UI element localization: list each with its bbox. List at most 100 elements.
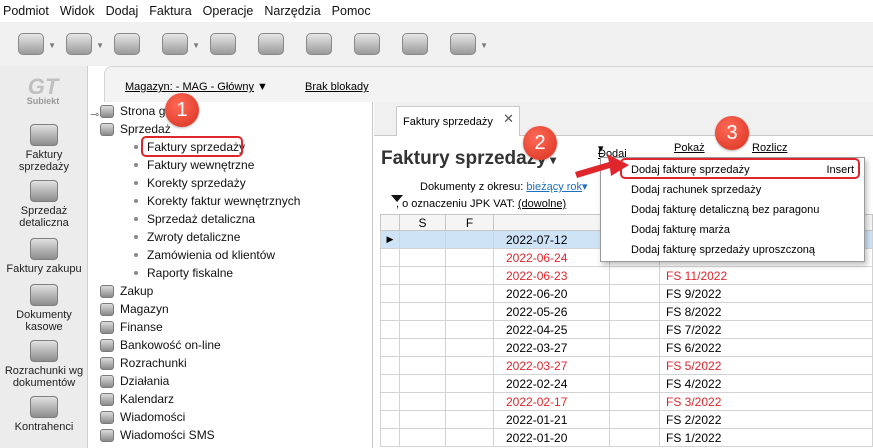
table-row[interactable]: 2022-03-27 FS 6/2022	[380, 338, 873, 357]
tree-item-label: Zamówienia od klientów	[147, 248, 276, 262]
menu-operacje[interactable]: Operacje	[203, 4, 254, 18]
table-row[interactable]: 2022-02-17 FS 3/2022	[380, 392, 873, 411]
cell-date: 2022-07-12	[493, 230, 610, 249]
cell-date: 2022-06-24	[493, 248, 610, 267]
menu-item-add-simplified-invoice[interactable]: Dodaj fakturę sprzedaży uproszczoną	[605, 241, 860, 259]
tree-node-wiadomosci-sms[interactable]: Wiadomości SMS	[100, 426, 215, 444]
column-f[interactable]: F	[445, 214, 494, 231]
show-link[interactable]: Pokaż	[674, 142, 705, 154]
pin-icon[interactable]: ⊸	[90, 108, 99, 121]
calendar-icon	[100, 392, 114, 406]
close-icon[interactable]: ✕	[503, 111, 514, 127]
sidebar-item-kontrahenci[interactable]: Kontrahenci	[0, 396, 88, 433]
tree-node-label: Bankowość on-line	[120, 338, 221, 352]
table-row[interactable]: 2022-01-20 FS 1/2022	[380, 428, 873, 447]
tree-node-bankowosc[interactable]: Bankowość on-line	[100, 336, 221, 354]
coins-icon	[30, 180, 58, 202]
tree-node-dzialania[interactable]: Działania	[100, 372, 169, 390]
page-title-text: Faktury sprzedaży	[381, 148, 547, 169]
table-row[interactable]: 2022-03-27 FS 5/2022	[380, 356, 873, 375]
menu-narzedzia[interactable]: Narzędzia	[264, 4, 320, 18]
cell-blank	[609, 392, 660, 411]
cell-number: FS 11/2022	[659, 266, 873, 285]
cell-number: FS 8/2022	[659, 302, 873, 321]
column-marker[interactable]	[380, 214, 400, 231]
tree-node-wiadomosci[interactable]: Wiadomości	[100, 408, 185, 426]
cell-number: FS 6/2022	[659, 338, 873, 357]
table-row[interactable]: 2022-04-25 FS 7/2022	[380, 320, 873, 339]
tree-item-faktury-wewnetrzne[interactable]: Faktury wewnętrzne	[134, 156, 254, 174]
tree-item-sprzedaz-detaliczna[interactable]: Sprzedaż detaliczna	[134, 210, 255, 228]
tree-node-zakup[interactable]: Zakup	[100, 282, 153, 300]
tree-item-korekty-sprzedazy[interactable]: Korekty sprzedaży	[134, 174, 246, 192]
tree-node-label: Finanse	[120, 320, 163, 334]
period-value[interactable]: bieżący rok	[526, 181, 582, 193]
period-label: Dokumenty z okresu:	[420, 181, 524, 193]
warehouse-selector[interactable]: Magazyn: - MAG - Główny ▼	[125, 81, 268, 93]
menu-widok[interactable]: Widok	[60, 4, 95, 18]
sidebar-item-dokumenty-kasowe[interactable]: Dokumenty kasowe	[0, 284, 88, 333]
cell-blank	[609, 266, 660, 285]
chevron-down-icon[interactable]: ▼	[48, 41, 56, 50]
cell-blank	[609, 374, 660, 393]
tree-node-magazyn[interactable]: Magazyn	[100, 300, 169, 318]
cash-register-tool-button[interactable]	[300, 27, 338, 61]
coins-tool-button[interactable]	[108, 27, 146, 61]
lock-status-link[interactable]: Brak blokady	[305, 81, 369, 93]
tree-node-kalendarz[interactable]: Kalendarz	[100, 390, 174, 408]
transfer-tool-button[interactable]	[348, 27, 386, 61]
chevron-down-icon[interactable]: ▼	[480, 41, 488, 50]
package-tool-button[interactable]	[396, 27, 434, 61]
help-tool-button[interactable]: ▼	[444, 27, 488, 61]
menu-pomoc[interactable]: Pomoc	[332, 4, 371, 18]
tools-tool-button[interactable]	[204, 27, 242, 61]
cell-blank	[609, 338, 660, 357]
table-row[interactable]: 2022-01-21 FS 2/2022	[380, 410, 873, 429]
tree-item-zamowienia-od-klientow[interactable]: Zamówienia od klientów	[134, 246, 275, 264]
menu-podmiot[interactable]: Podmiot	[3, 4, 49, 18]
eraser-tool-button[interactable]: ▼	[156, 27, 200, 61]
tree-item-raporty-fiskalne[interactable]: Raporty fiskalne	[134, 264, 233, 282]
sms-icon	[100, 428, 114, 442]
menu-item-add-margin-invoice[interactable]: Dodaj fakturę marża	[605, 221, 860, 239]
sidebar-item-sprzedaz-detaliczna[interactable]: Sprzedaż detaliczna	[0, 180, 88, 229]
settle-link[interactable]: Rozlicz	[752, 142, 787, 154]
table-row[interactable]: 2022-06-23 FS 11/2022	[380, 266, 873, 285]
documents-tool-button[interactable]: ▼	[60, 27, 104, 61]
row-marker-cell	[380, 248, 400, 267]
table-row[interactable]: 2022-06-20 FS 9/2022	[380, 284, 873, 303]
cell-s	[399, 284, 446, 303]
chevron-down-icon[interactable]: ▾	[582, 181, 588, 193]
menu-dodaj[interactable]: Dodaj	[106, 4, 139, 18]
cell-f	[445, 392, 494, 411]
tree-node-rozrachunki[interactable]: Rozrachunki	[100, 354, 187, 372]
cell-date: 2022-06-23	[493, 266, 610, 285]
cursor-tool-button[interactable]: ▼	[12, 27, 56, 61]
eraser-icon	[162, 33, 188, 55]
menu-item-add-receipt[interactable]: Dodaj rachunek sprzedaży	[605, 181, 860, 199]
chevron-down-icon[interactable]: ▼	[96, 41, 104, 50]
row-marker-cell	[380, 302, 400, 321]
menu-faktura[interactable]: Faktura	[149, 4, 191, 18]
chevron-down-icon[interactable]: ▼	[192, 41, 200, 50]
sidebar-item-rozrachunki[interactable]: Rozrachunki wg dokumentów	[0, 340, 88, 389]
table-row[interactable]: 2022-05-26 FS 8/2022	[380, 302, 873, 321]
column-date[interactable]	[493, 214, 610, 231]
cell-s	[399, 338, 446, 357]
service-tool-button[interactable]	[252, 27, 290, 61]
sidebar-item-label: Faktury zakupu	[6, 263, 82, 275]
tree-node-finanse[interactable]: Finanse	[100, 318, 163, 336]
table-row[interactable]: 2022-02-24 FS 4/2022	[380, 374, 873, 393]
sidebar-item-faktury-zakupu[interactable]: Faktury zakupu	[0, 238, 88, 275]
tree-item-zwroty-detaliczne[interactable]: Zwroty detaliczne	[134, 228, 240, 246]
row-marker-cell	[380, 266, 400, 285]
column-s[interactable]: S	[399, 214, 446, 231]
tree-item-korekty-faktur-wewnetrznych[interactable]: Korekty faktur wewnętrznych	[134, 192, 300, 210]
menu-item-add-retail-invoice[interactable]: Dodaj fakturę detaliczną bez paragonu	[605, 201, 860, 219]
tab-faktury-sprzedazy[interactable]: Faktury sprzedaży ✕	[396, 106, 520, 137]
step-badge-1: 1	[165, 93, 199, 127]
cell-f	[445, 338, 494, 357]
sidebar-item-faktury-sprzedazy[interactable]: Faktury sprzedaży	[0, 124, 88, 173]
jpk-value[interactable]: (dowolne)	[518, 198, 566, 210]
cell-number: FS 7/2022	[659, 320, 873, 339]
